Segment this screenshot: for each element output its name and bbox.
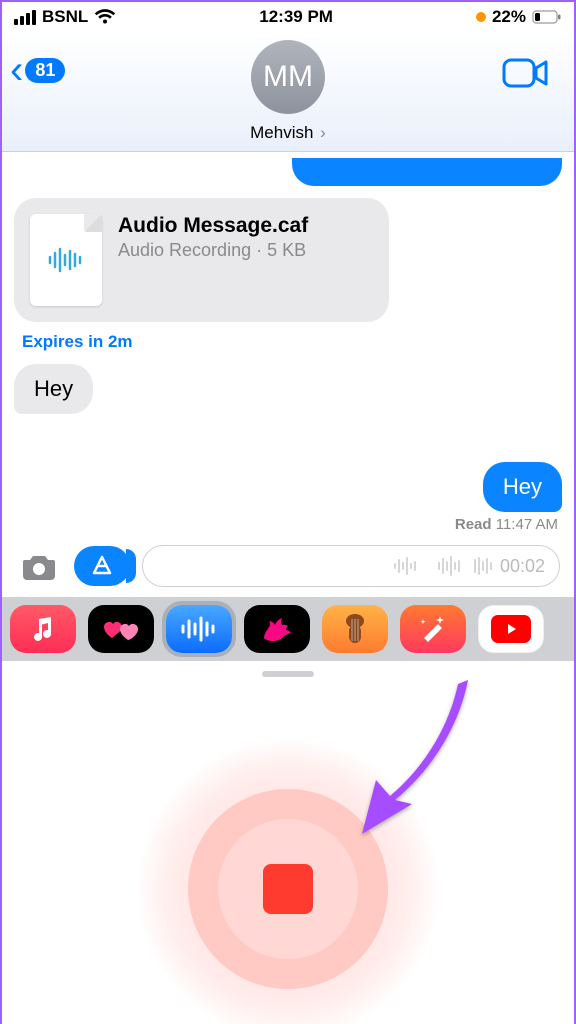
recording-timer: 00:02 xyxy=(500,556,545,577)
recording-indicator-icon xyxy=(476,12,486,22)
chevron-right-icon: › xyxy=(315,123,325,142)
wifi-icon xyxy=(94,9,116,25)
compose-row: 00:02 xyxy=(2,533,574,597)
app-digital-touch[interactable] xyxy=(88,605,154,653)
app-youtube[interactable] xyxy=(478,605,544,653)
contact-avatar[interactable]: MM xyxy=(251,40,325,114)
back-button[interactable]: ‹ 81 xyxy=(10,50,65,90)
drawer-handle[interactable] xyxy=(262,671,314,677)
battery-pct: 22% xyxy=(492,7,526,27)
contact-name[interactable]: Mehvish › xyxy=(250,123,326,143)
outgoing-bubble-fragment xyxy=(292,158,562,186)
app-music[interactable] xyxy=(10,605,76,653)
app-garageband[interactable] xyxy=(322,605,388,653)
carrier-label: BSNL xyxy=(42,7,88,27)
imessage-app-strip[interactable] xyxy=(2,597,574,661)
stop-recording-button[interactable] xyxy=(263,864,313,914)
app-draw[interactable] xyxy=(244,605,310,653)
status-bar: BSNL 12:39 PM 22% xyxy=(2,2,574,32)
conversation-header: ‹ 81 MM Mehvish › xyxy=(2,32,574,152)
camera-button[interactable] xyxy=(16,546,62,586)
audio-file-icon xyxy=(30,214,102,306)
waveform-preview-icon xyxy=(157,556,492,576)
unread-badge: 81 xyxy=(25,58,65,83)
read-receipt: Read 11:47 AM xyxy=(14,516,558,533)
app-audio-message[interactable] xyxy=(166,605,232,653)
chevron-left-icon: ‹ xyxy=(10,50,23,90)
audio-recorder-drawer xyxy=(2,671,574,1024)
clock: 12:39 PM xyxy=(259,7,333,27)
signal-icon xyxy=(14,10,36,25)
outgoing-message[interactable]: Hey xyxy=(483,462,562,512)
video-call-button[interactable] xyxy=(502,56,550,95)
app-drawer-button[interactable] xyxy=(74,546,130,586)
incoming-file-bubble[interactable]: Audio Message.caf Audio Recording · 5 KB xyxy=(14,198,389,322)
file-title: Audio Message.caf xyxy=(118,214,308,238)
incoming-message[interactable]: Hey xyxy=(14,364,93,414)
battery-icon xyxy=(532,10,562,24)
expires-label: Expires in 2m xyxy=(22,332,562,352)
file-subtitle: Audio Recording · 5 KB xyxy=(118,240,308,261)
message-input[interactable]: 00:02 xyxy=(142,545,560,587)
app-effects[interactable] xyxy=(400,605,466,653)
conversation-scroll[interactable]: Audio Message.caf Audio Recording · 5 KB… xyxy=(2,152,574,533)
